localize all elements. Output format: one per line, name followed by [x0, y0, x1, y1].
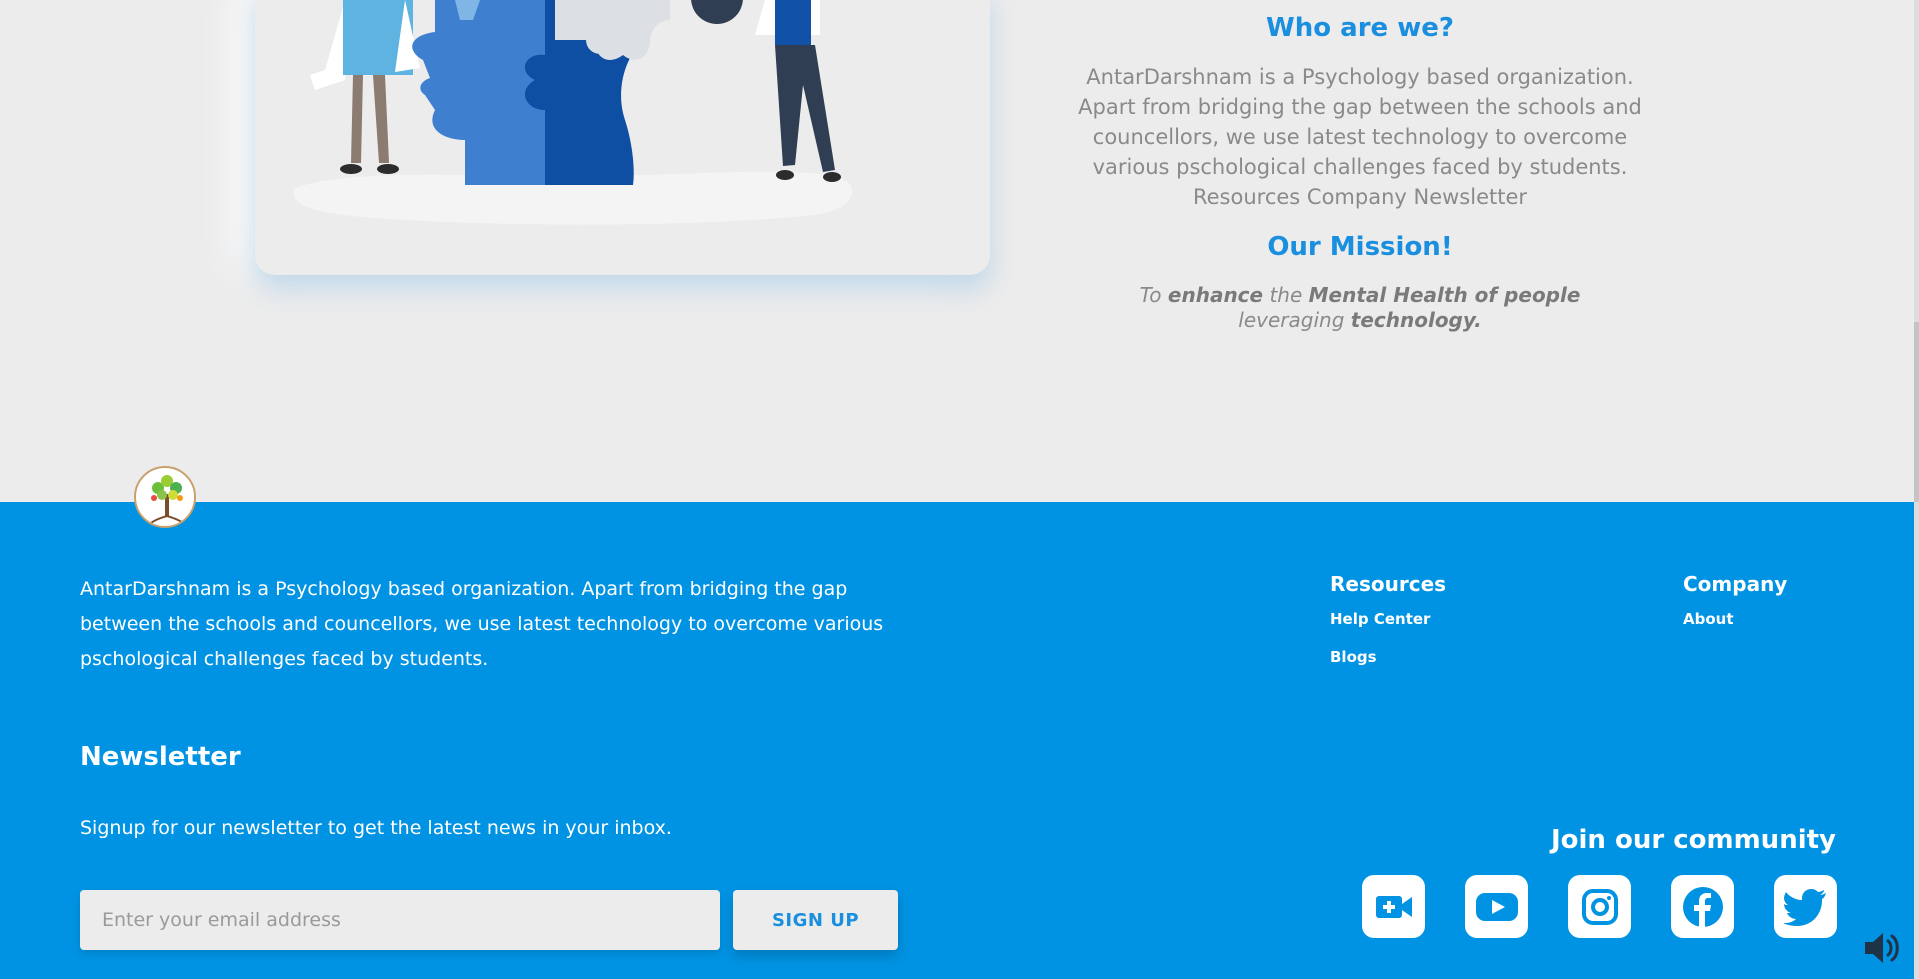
- resources-column: Resources Help Center Blogs: [1330, 572, 1446, 686]
- mission-emphasis: technology.: [1350, 308, 1482, 332]
- help-center-link[interactable]: Help Center: [1330, 610, 1446, 628]
- who-line: Apart from bridging the gap between the …: [1078, 95, 1642, 119]
- video-call-icon[interactable]: [1362, 875, 1425, 938]
- our-mission-heading: Our Mission!: [1267, 232, 1453, 262]
- social-links: [1362, 875, 1837, 938]
- who-are-we-heading: Who are we?: [1266, 13, 1454, 43]
- speaker-icon[interactable]: [1863, 930, 1903, 966]
- mission-emphasis: enhance: [1167, 283, 1264, 307]
- join-community-title: Join our community: [1550, 825, 1836, 855]
- puzzle-head-illustration: [293, 0, 853, 225]
- resources-title: Resources: [1330, 572, 1447, 596]
- scrollbar-thumb[interactable]: [1914, 322, 1919, 502]
- email-input[interactable]: [80, 890, 720, 950]
- mission-text: To: [1139, 283, 1168, 307]
- tree-logo[interactable]: [134, 466, 196, 528]
- who-line: Resources Company Newsletter: [1192, 185, 1528, 209]
- instagram-icon[interactable]: [1568, 875, 1631, 938]
- who-are-we-body: AntarDarshnam is a Psychology based orga…: [1060, 62, 1660, 212]
- twitter-icon[interactable]: [1774, 875, 1837, 938]
- page: Who are we? AntarDarshnam is a Psycholog…: [0, 0, 1919, 979]
- mission-statement: To enhance the Mental Health of people l…: [1095, 283, 1625, 333]
- illustration-card: [255, 0, 990, 275]
- mission-text: the: [1263, 283, 1309, 307]
- about-section: Who are we? AntarDarshnam is a Psycholog…: [0, 0, 1919, 502]
- who-line: councellors, we use latest technology to…: [1092, 125, 1628, 149]
- site-footer: AntarDarshnam is a Psychology based orga…: [0, 502, 1914, 979]
- newsletter-subtitle: Signup for our newsletter to get the lat…: [80, 817, 672, 839]
- mission-emphasis: Mental Health of people: [1308, 283, 1581, 307]
- blogs-link[interactable]: Blogs: [1330, 648, 1446, 666]
- who-line: various pschological challenges faced by…: [1092, 155, 1628, 179]
- newsletter-title: Newsletter: [80, 742, 241, 772]
- signup-button[interactable]: SIGN UP: [733, 890, 898, 950]
- company-column: Company About: [1683, 572, 1787, 648]
- company-title: Company: [1683, 572, 1788, 596]
- who-line: AntarDarshnam is a Psychology based orga…: [1086, 65, 1634, 89]
- footer-about-text: AntarDarshnam is a Psychology based orga…: [80, 578, 884, 670]
- about-link[interactable]: About: [1683, 610, 1787, 628]
- youtube-icon[interactable]: [1465, 875, 1528, 938]
- facebook-icon[interactable]: [1671, 875, 1734, 938]
- mission-text: leveraging: [1238, 308, 1351, 332]
